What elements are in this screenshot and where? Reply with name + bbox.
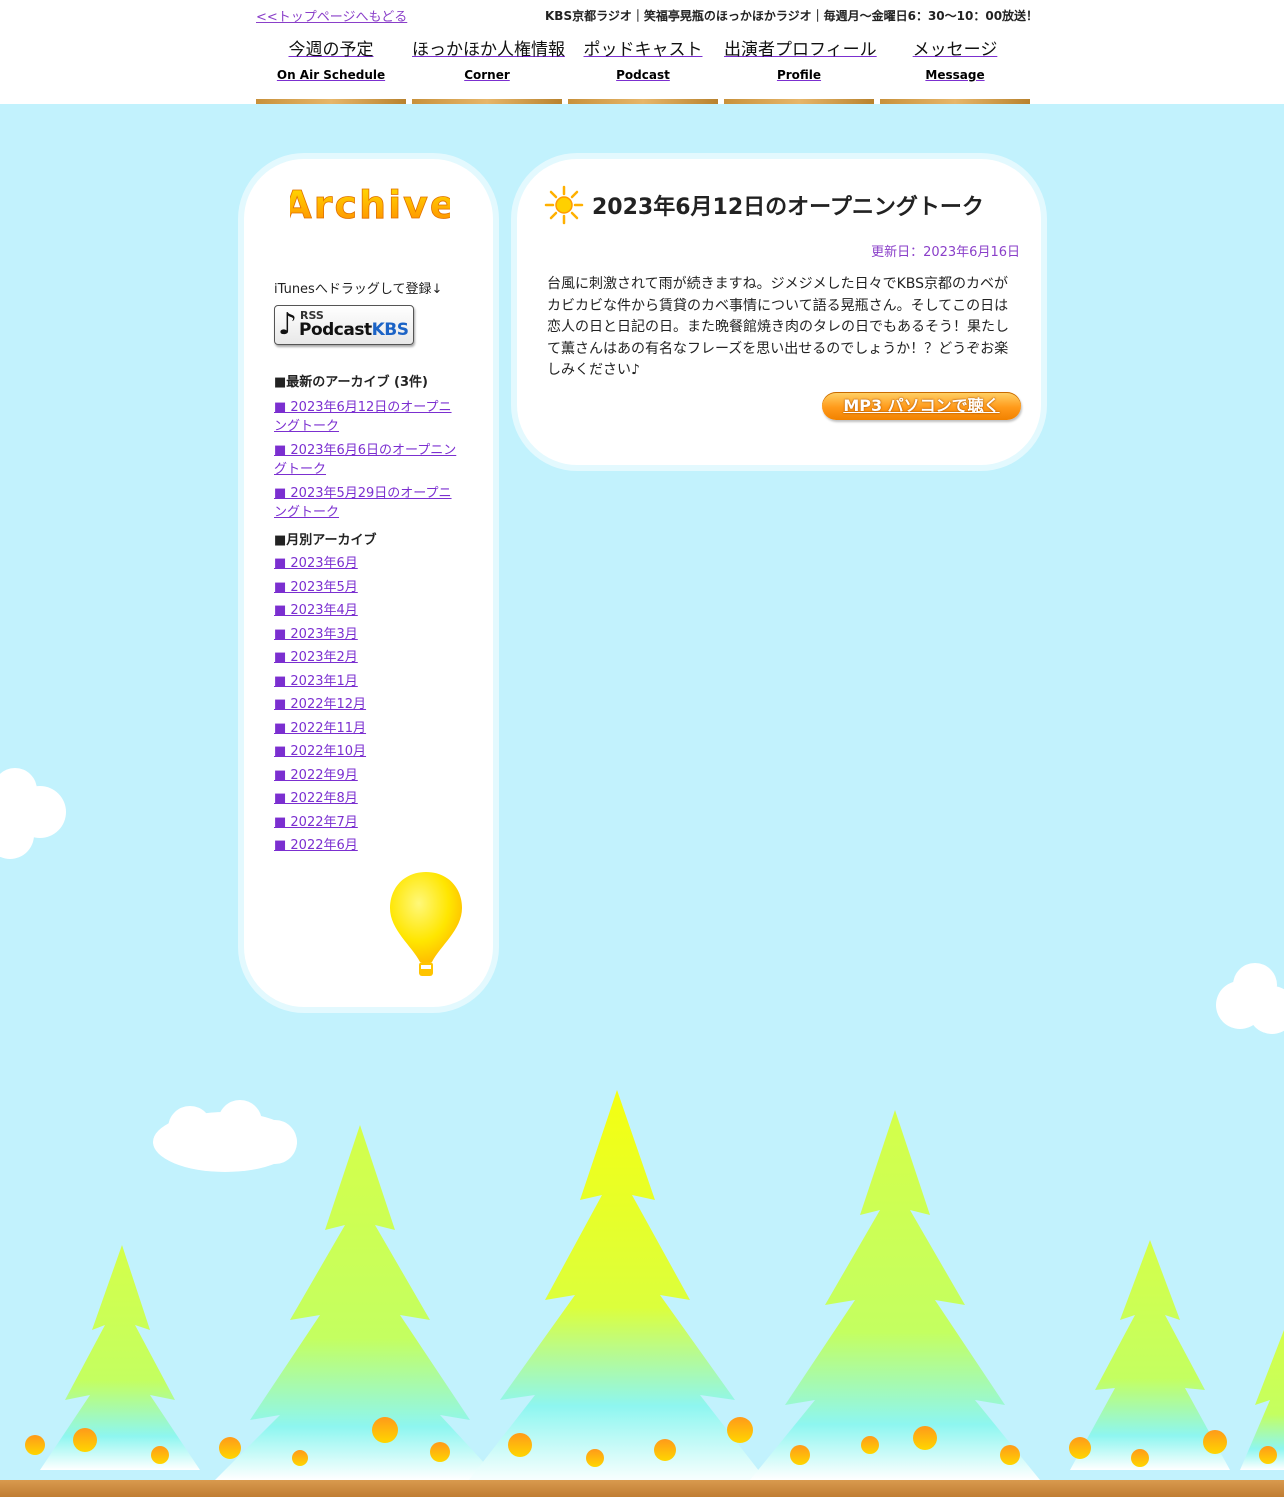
sun-icon bbox=[544, 185, 584, 225]
rss-podcast-button[interactable]: ♪ RSS PodcastKBS bbox=[274, 305, 414, 345]
nav-item-corner[interactable]: ほっかほか人権情報 Corner bbox=[412, 28, 565, 104]
list-item: ■ 2023年6月6日のオープニングトーク bbox=[274, 441, 464, 479]
nav-item-sublabel: Profile bbox=[776, 68, 822, 82]
month-archive-link[interactable]: ■ 2023年6月 bbox=[274, 556, 358, 571]
list-item: ■ 2023年5月29日のオープニングトーク bbox=[274, 484, 464, 522]
nav-item-label: ポッドキャスト bbox=[583, 40, 703, 60]
cloud-middle bbox=[153, 1100, 297, 1172]
main-nav: 今週の予定 On Air Schedule ほっかほか人権情報 Corner ポ… bbox=[256, 28, 1036, 104]
nav-item-sublabel: On Air Schedule bbox=[276, 68, 386, 82]
month-archive-link[interactable]: ■ 2023年2月 bbox=[274, 650, 358, 665]
month-archive-link[interactable]: ■ 2022年10月 bbox=[274, 744, 366, 759]
nav-item-label: メッセージ bbox=[912, 40, 998, 60]
list-item: ■ 2023年6月 bbox=[274, 555, 464, 579]
itunes-note: iTunesへドラッグして登録↓ bbox=[274, 282, 443, 297]
recent-archive-link[interactable]: ■ 2023年6月6日のオープニングトーク bbox=[274, 443, 456, 477]
nav-item-bar bbox=[412, 99, 562, 104]
nav-item-label: 出演者プロフィール bbox=[724, 40, 877, 60]
list-item: ■ 2022年6月 bbox=[274, 837, 464, 861]
list-item: ■ 2023年5月 bbox=[274, 579, 464, 603]
post-body: 台風に刺激されて雨が続きますね。ジメジメした日々でKBS京都のカベがカビカビな件… bbox=[547, 276, 1009, 378]
nav-item-label: ほっかほか人権情報 bbox=[412, 40, 565, 60]
nav-item-bar bbox=[256, 99, 406, 104]
nav-item-sublabel: Message bbox=[925, 68, 985, 82]
music-note-icon: ♪ bbox=[278, 307, 298, 342]
back-to-top-link[interactable]: <<トップページへもどる bbox=[256, 6, 407, 25]
balloon-icon bbox=[390, 872, 462, 976]
nav-item-bar bbox=[724, 99, 874, 104]
list-item: ■ 2022年11月 bbox=[274, 720, 464, 744]
ground-strip bbox=[0, 1480, 1284, 1497]
podcast-label: PodcastKBS bbox=[299, 320, 409, 340]
list-item: ■ 2022年10月 bbox=[274, 743, 464, 767]
archive-logo-text: Archive bbox=[290, 183, 450, 227]
list-item: ■ 2023年3月 bbox=[274, 626, 464, 650]
post-updated-date: 更新日：2023年6月16日 bbox=[871, 245, 1020, 260]
recent-archive-link[interactable]: ■ 2023年5月29日のオープニングトーク bbox=[274, 486, 452, 520]
recent-archive-link[interactable]: ■ 2023年6月12日のオープニングトーク bbox=[274, 400, 452, 434]
month-archive-link[interactable]: ■ 2023年1月 bbox=[274, 674, 358, 689]
mp3-listen-button[interactable]: MP3 パソコンで聴く bbox=[822, 392, 1021, 420]
list-item: ■ 2023年6月12日のオープニングトーク bbox=[274, 398, 464, 436]
site-header: <<トップページへもどる KBS京都ラジオ｜笑福亭晃瓶のほっかほかラジオ｜毎週月… bbox=[0, 0, 1284, 104]
list-item: ■ 2022年7月 bbox=[274, 814, 464, 838]
nav-item-label: 今週の予定 bbox=[288, 40, 374, 60]
recent-archive-list: ■ 2023年6月12日のオープニングトーク ■ 2023年6月6日のオープニン… bbox=[274, 398, 464, 527]
nav-item-bar bbox=[880, 99, 1030, 104]
nav-item-schedule[interactable]: 今週の予定 On Air Schedule bbox=[256, 28, 406, 104]
post-title: 2023年6月12日のオープニングトーク bbox=[592, 195, 984, 220]
kbs-word: KBS bbox=[371, 320, 409, 340]
monthly-archive-heading: ■月別アーカイブ bbox=[274, 533, 377, 548]
month-archive-link[interactable]: ■ 2023年5月 bbox=[274, 580, 358, 595]
nav-item-sublabel: Corner bbox=[464, 68, 510, 82]
list-item: ■ 2022年12月 bbox=[274, 696, 464, 720]
month-archive-link[interactable]: ■ 2022年11月 bbox=[274, 721, 366, 736]
list-item: ■ 2022年9月 bbox=[274, 767, 464, 791]
nav-item-sublabel: Podcast bbox=[616, 68, 670, 82]
month-archive-link[interactable]: ■ 2022年9月 bbox=[274, 768, 358, 783]
month-archive-link[interactable]: ■ 2022年7月 bbox=[274, 815, 358, 830]
recent-archive-heading: ■最新のアーカイブ (3件) bbox=[274, 375, 428, 390]
month-archive-link[interactable]: ■ 2023年4月 bbox=[274, 603, 358, 618]
podcast-word: Podcast bbox=[299, 320, 372, 340]
list-item: ■ 2022年8月 bbox=[274, 790, 464, 814]
monthly-archive-list: ■ 2023年6月 ■ 2023年5月 ■ 2023年4月 ■ 2023年3月 … bbox=[274, 555, 464, 861]
header-tagline: KBS京都ラジオ｜笑福亭晃瓶のほっかほかラジオ｜毎週月～金曜日6：30～10：0… bbox=[545, 9, 1039, 23]
list-item: ■ 2023年4月 bbox=[274, 602, 464, 626]
month-archive-link[interactable]: ■ 2022年8月 bbox=[274, 791, 358, 806]
nav-item-message[interactable]: メッセージ Message bbox=[880, 28, 1030, 104]
nav-item-profile[interactable]: 出演者プロフィール Profile bbox=[724, 28, 877, 104]
trees bbox=[40, 1090, 1284, 1485]
month-archive-link[interactable]: ■ 2022年12月 bbox=[274, 697, 366, 712]
nav-item-bar bbox=[568, 99, 718, 104]
archive-logo: Archive bbox=[290, 183, 450, 228]
flowers bbox=[25, 1417, 1277, 1467]
list-item: ■ 2023年2月 bbox=[274, 649, 464, 673]
list-item: ■ 2023年1月 bbox=[274, 673, 464, 697]
month-archive-link[interactable]: ■ 2022年6月 bbox=[274, 838, 358, 853]
cloud-right bbox=[1216, 963, 1284, 1034]
cloud-left bbox=[0, 768, 66, 859]
nav-item-podcast[interactable]: ポッドキャスト Podcast bbox=[568, 28, 718, 104]
month-archive-link[interactable]: ■ 2023年3月 bbox=[274, 627, 358, 642]
